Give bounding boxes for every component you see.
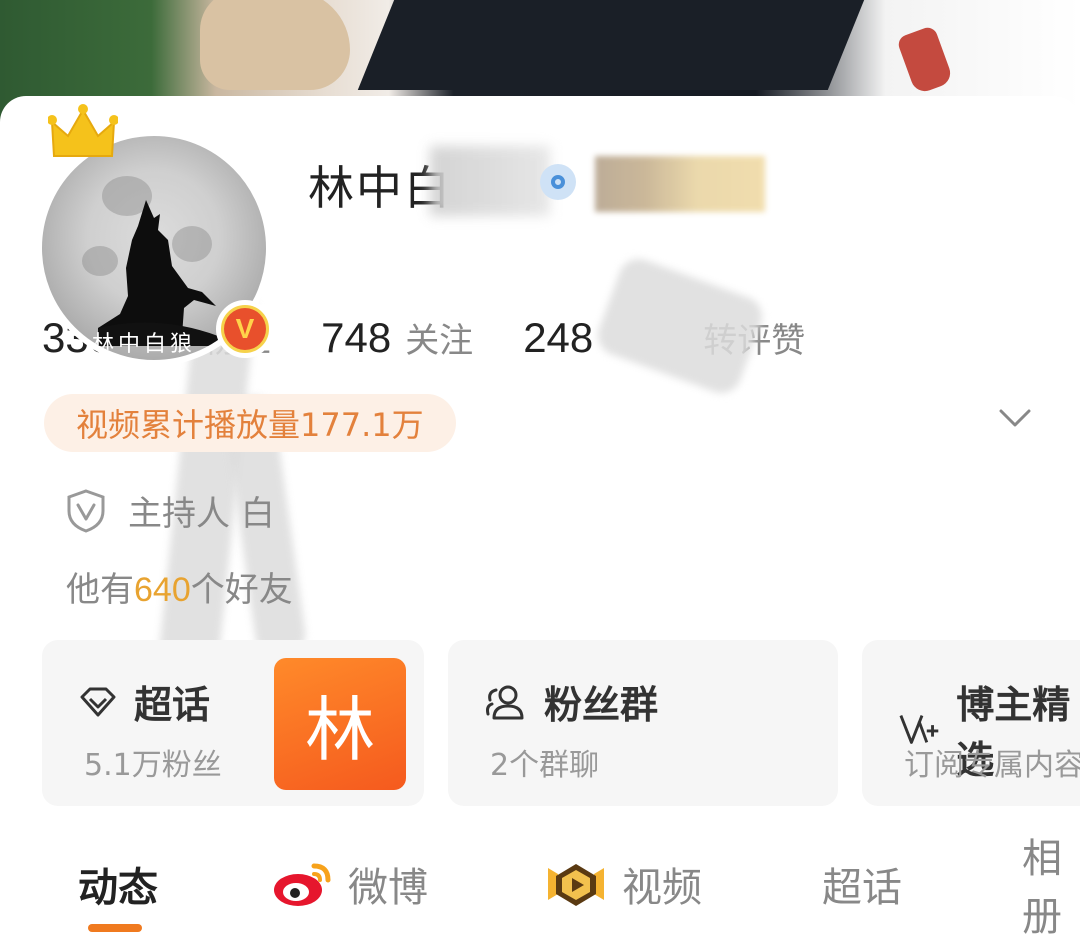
video-views-text: 视频累计播放量177.1万: [76, 406, 424, 444]
friends-prefix: 他有: [66, 570, 134, 610]
tab-album[interactable]: 相册: [1022, 836, 1080, 940]
tab-label: 动态: [78, 865, 158, 911]
role-text: 主持人 白: [128, 494, 275, 534]
group-icon: [486, 685, 524, 719]
redaction-stroke: [592, 253, 768, 399]
tab-label: 相册: [1022, 836, 1062, 940]
cover-art-hand: [895, 24, 955, 96]
video-views-pill[interactable]: 视频累计播放量177.1万: [44, 394, 456, 452]
blogger-picks-subtitle: 订阅专属内容: [904, 748, 1080, 783]
shield-v-icon: [67, 488, 105, 533]
avatar-caption: 林中白狼: [92, 332, 197, 357]
supertopic-card[interactable]: 超话 5.1万粉丝 林: [42, 640, 424, 806]
wolf-silhouette-icon: [98, 200, 218, 346]
friends-row[interactable]: 他有640个好友: [66, 562, 293, 611]
cover-art-dark-figure: [357, 0, 873, 90]
stat-following[interactable]: 748 关注: [321, 313, 473, 362]
active-tab-indicator: [88, 924, 142, 932]
blogger-picks-card[interactable]: 博主精选 订阅专属内容: [862, 640, 1080, 806]
stat-value: 748: [321, 314, 392, 361]
supertopic-thumbnail[interactable]: 林: [274, 658, 406, 790]
tab-feed[interactable]: 动态: [78, 854, 158, 914]
friends-count: 640: [134, 571, 191, 609]
tab-label: 微博: [348, 865, 428, 911]
weibo-icon: [274, 863, 331, 906]
stat-label: 关注: [405, 321, 474, 361]
friends-suffix: 个好友: [190, 570, 293, 610]
supertopic-thumb-char: 林: [305, 688, 375, 771]
verified-badge-letter: V: [224, 308, 266, 350]
role-row: 主持人 白: [66, 486, 275, 535]
fan-group-subtitle: 2个群聊: [490, 748, 600, 783]
profile-card: 林中白狼 V 林中白 330.1万 粉丝 748 关注 248 转评赞 视频累计…: [0, 96, 1080, 944]
video-icon: [548, 864, 604, 906]
profile-tabs: 动态 微博 视频 超话 相册: [0, 836, 1080, 944]
diamond-icon: [80, 687, 116, 716]
supertopic-title: 超话: [134, 683, 211, 727]
redaction-blur: [430, 146, 550, 216]
supertopic-subtitle: 5.1万粉丝: [84, 748, 222, 783]
tab-weibo[interactable]: 微博: [272, 854, 428, 914]
cover-art-figure: [200, 0, 350, 90]
verified-badge-icon[interactable]: V: [216, 300, 274, 358]
fan-group-card[interactable]: 粉丝群 2个群聊: [448, 640, 838, 806]
tab-label: 视频: [622, 865, 702, 911]
vip-status-icon[interactable]: [540, 164, 576, 200]
fan-group-title: 粉丝群: [544, 683, 659, 727]
chevron-down-icon[interactable]: [998, 406, 1032, 430]
tab-label: 超话: [822, 865, 902, 911]
avatar-container[interactable]: 林中白狼 V: [36, 104, 274, 366]
tab-supertopic[interactable]: 超话: [822, 854, 902, 914]
stat-value: 248: [523, 314, 594, 361]
tab-video[interactable]: 视频: [544, 854, 702, 914]
crown-icon: [48, 104, 118, 157]
redaction-blur: [595, 156, 765, 212]
